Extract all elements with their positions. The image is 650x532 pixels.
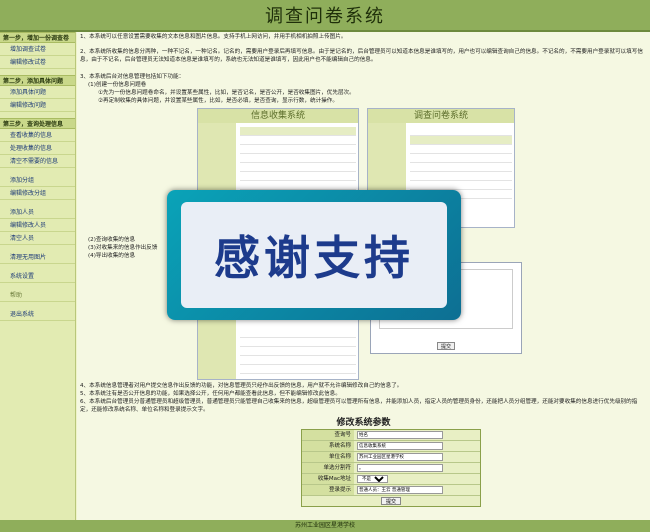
sidebar-item-edit-question[interactable]: 编辑修改问题 <box>0 99 75 112</box>
separator-field[interactable] <box>357 464 443 472</box>
sidebar-item-add-survey[interactable]: 增加调查试卷 <box>0 43 75 56</box>
screenshot-survey-system-title: 调查问卷系统 <box>368 109 514 123</box>
sidebar-item-edit-group[interactable]: 编辑修改分组 <box>0 187 75 200</box>
sidebar-item-clear-info[interactable]: 清空不需要的信息 <box>0 155 75 168</box>
feature-create: (1)创建一份信息问题卷 <box>88 82 147 88</box>
sidebar-item-add-group[interactable]: 添加分组 <box>0 174 75 187</box>
sidebar-section-step3: 第三步，查询处理信息 <box>0 118 75 129</box>
intro-paragraph-5: 5、本系统注有是否公开信息的功能，如果选择公开，任何用户都能查看此信息，但不能编… <box>80 391 341 397</box>
page-title: 调查问卷系统 <box>265 6 385 27</box>
system-params-form: 查询号 系统名称 单位名称 单选分割符 收集Mac地址 不是 登录提示 提交 <box>301 429 481 507</box>
sidebar-section-step1: 第一步，增加一份调查卷 <box>0 32 75 43</box>
feature-create-step1: ①先为一份信息问题卷命名，并设置某些属性，比如，是否记名，是否公开，是否收集图片… <box>98 90 355 96</box>
sidebar-item-logout[interactable]: 退出系统 <box>0 308 75 321</box>
sidebar-item-settings[interactable]: 系统设置 <box>0 270 75 283</box>
form-label-login-hint: 登录提示 <box>302 485 354 495</box>
system-name-field[interactable] <box>357 442 443 450</box>
sidebar-item-process-info[interactable]: 处理收集的信息 <box>0 142 75 155</box>
form-label-mac: 收集Mac地址 <box>302 474 354 484</box>
sidebar-item-help[interactable]: 帮助 <box>0 289 75 302</box>
unit-name-field[interactable] <box>357 453 443 461</box>
intro-paragraph-2: 2、本系统所收集的信息分两种，一种不记名，一种记名。记名的，需要用户登录后再填写… <box>80 49 643 63</box>
sidebar-item-clean-images[interactable]: 清理无用图片 <box>0 251 75 264</box>
sidebar-item-edit-survey[interactable]: 编辑修改试卷 <box>0 56 75 69</box>
sidebar-item-clear-person[interactable]: 清空人员 <box>0 232 75 245</box>
screenshot-info-collect-title: 信息收集系统 <box>198 109 358 123</box>
feature-create-step2: ②再定制收集的具体问题，并设置某些属性，比如，是否必填，是否查询，显示行数，统计… <box>98 98 338 104</box>
app-header: 调查问卷系统 <box>0 0 650 32</box>
sidebar-item-view-info[interactable]: 查看收集的信息 <box>0 129 75 142</box>
login-hint-field[interactable] <box>357 486 443 494</box>
intro-paragraph-6: 6、本系统后台管理员分普通管理员和超级管理员，普通管理员只能管理自己收集来的信息… <box>80 399 638 413</box>
form-label-system-name: 系统名称 <box>302 441 354 451</box>
dialog-submit-button: 提交 <box>437 342 456 350</box>
query-field[interactable] <box>357 431 443 439</box>
thanks-text: 感谢支持 <box>214 231 414 285</box>
sidebar-item-edit-person[interactable]: 编辑修改人员 <box>0 219 75 232</box>
thanks-banner: 感谢支持 <box>167 190 461 320</box>
submit-button[interactable]: 提交 <box>380 497 401 505</box>
intro-paragraph-4: 4、本系统信息管理者对用户提交信息作出反馈的功能，对信息管理员只经作出反馈的信息… <box>80 383 403 389</box>
sidebar-item-add-person[interactable]: 添加人员 <box>0 206 75 219</box>
form-title: 修改系统参数 <box>336 418 391 428</box>
sidebar-section-step2: 第二步，添加具体问题 <box>0 75 75 86</box>
sidebar-item-add-question[interactable]: 添加具体问题 <box>0 86 75 99</box>
form-label-query: 查询号 <box>302 430 354 440</box>
intro-paragraph-1: 1、本系统可以任意设置需要收集的文本信息和图片信息。支持手机上网访问，并用手机相… <box>80 34 347 40</box>
form-label-unit-name: 单位名称 <box>302 452 354 462</box>
mac-select[interactable]: 不是 <box>357 475 388 483</box>
sidebar: 第一步，增加一份调查卷 增加调查试卷 编辑修改试卷 第二步，添加具体问题 添加具… <box>0 32 76 520</box>
intro-paragraph-3: 3、本系统后台对信息管理包括如下功能： <box>80 74 185 80</box>
form-label-separator: 单选分割符 <box>302 463 354 473</box>
footer: 苏州工业园区星港学校 <box>0 520 650 532</box>
